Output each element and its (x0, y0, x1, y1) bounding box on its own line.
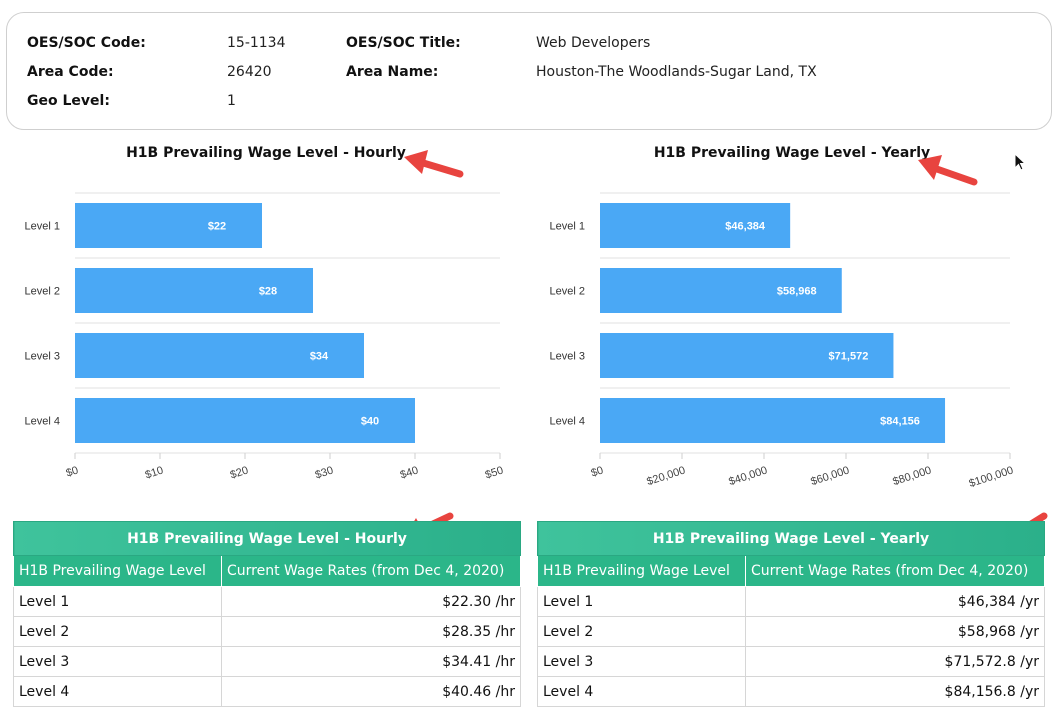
level-cell: Level 1 (13, 586, 222, 617)
category-label: Level 3 (25, 351, 60, 363)
x-tick-label: $20 (229, 464, 250, 481)
x-tick-label: $60,000 (809, 464, 851, 488)
table-row: Level 4 $40.46 /hr (13, 676, 521, 707)
bar-value-label: $84,156 (880, 416, 920, 428)
category-label: Level 3 (550, 351, 585, 363)
category-label: Level 1 (550, 221, 585, 233)
bar-value-label: $34 (310, 351, 329, 363)
category-label: Level 2 (25, 286, 60, 298)
table-row: Level 4 $84,156.8 /yr (537, 676, 1045, 707)
column-header: Current Wage Rates (from Dec 4, 2020) (221, 555, 521, 587)
rate-cell: $40.46 /hr (221, 676, 521, 707)
table-row: Level 2 $58,968 /yr (537, 616, 1045, 647)
geo-level-value: 1 (227, 93, 236, 109)
level-cell: Level 4 (13, 676, 222, 707)
table-caption: H1B Prevailing Wage Level - Hourly (13, 521, 521, 556)
area-code-value: 26420 (227, 64, 272, 80)
category-label: Level 4 (550, 416, 585, 428)
bar-value-label: $71,572 (829, 351, 869, 363)
rate-cell: $84,156.8 /yr (745, 676, 1045, 707)
category-label: Level 1 (25, 221, 60, 233)
x-tick-label: $10 (144, 464, 165, 481)
table-row: Level 1 $46,384 /yr (537, 586, 1045, 617)
area-code-label: Area Code: (27, 64, 114, 80)
oes-code-label: OES/SOC Code: (27, 35, 146, 51)
level-cell: Level 3 (13, 646, 222, 677)
rate-cell: $34.41 /hr (221, 646, 521, 677)
column-header: Current Wage Rates (from Dec 4, 2020) (745, 555, 1045, 587)
rate-cell: $28.35 /hr (221, 616, 521, 647)
x-tick-label: $20,000 (645, 464, 687, 488)
x-tick-label: $40,000 (727, 464, 769, 488)
area-name-value: Houston-The Woodlands-Sugar Land, TX (536, 64, 817, 80)
info-card: OES/SOC Code: 15-1134 OES/SOC Title: Web… (6, 12, 1052, 130)
red-arrow-icon (918, 155, 978, 186)
oes-title-label: OES/SOC Title: (346, 35, 461, 51)
column-header: H1B Prevailing Wage Level (537, 555, 746, 587)
red-arrow-icon (404, 150, 464, 178)
column-header: H1B Prevailing Wage Level (13, 555, 222, 587)
table-row: Level 3 $71,572.8 /yr (537, 646, 1045, 677)
oes-title-value: Web Developers (536, 35, 651, 51)
rate-cell: $22.30 /hr (221, 586, 521, 617)
rate-cell: $58,968 /yr (745, 616, 1045, 647)
x-tick-label: $0 (65, 464, 80, 479)
rate-cell: $46,384 /yr (745, 586, 1045, 617)
table-row: Level 3 $34.41 /hr (13, 646, 521, 677)
x-tick-label: $80,000 (891, 464, 933, 488)
geo-level-label: Geo Level: (27, 93, 110, 109)
oes-code-value: 15-1134 (227, 35, 286, 51)
area-name-label: Area Name: (346, 64, 439, 80)
x-tick-label: $30 (314, 464, 335, 481)
level-cell: Level 4 (537, 676, 746, 707)
table-caption: H1B Prevailing Wage Level - Yearly (537, 521, 1045, 556)
table-row: Level 2 $28.35 /hr (13, 616, 521, 647)
bar-value-label: $46,384 (725, 221, 766, 233)
bar-value-label: $58,968 (777, 286, 817, 298)
hourly-wage-table: H1B Prevailing Wage Level - Hourly H1B P… (13, 521, 521, 707)
mouse-cursor-icon (1014, 153, 1027, 171)
x-tick-label: $100,000 (968, 464, 1015, 490)
category-label: Level 2 (550, 286, 585, 298)
bar-value-label: $40 (361, 416, 379, 428)
x-tick-label: $50 (484, 464, 505, 481)
table-row: Level 1 $22.30 /hr (13, 586, 521, 617)
level-cell: Level 1 (537, 586, 746, 617)
rate-cell: $71,572.8 /yr (745, 646, 1045, 677)
bar (75, 268, 313, 313)
bar-value-label: $28 (259, 286, 277, 298)
bar-value-label: $22 (208, 221, 226, 233)
bar (75, 203, 262, 248)
x-tick-label: $0 (590, 464, 605, 479)
x-tick-label: $40 (399, 464, 420, 481)
level-cell: Level 3 (537, 646, 746, 677)
yearly-bar-chart: $0 $20,000 $40,000 $60,000 $80,000 $100,000 $4… (550, 192, 1015, 490)
level-cell: Level 2 (13, 616, 222, 647)
hourly-bar-chart: $0 $10 $20 $30 $40 $50 $22 Level 1 $28 Level 2 $34… (25, 192, 505, 482)
level-cell: Level 2 (537, 616, 746, 647)
yearly-wage-table: H1B Prevailing Wage Level - Yearly H1B P… (537, 521, 1045, 707)
category-label: Level 4 (25, 416, 60, 428)
